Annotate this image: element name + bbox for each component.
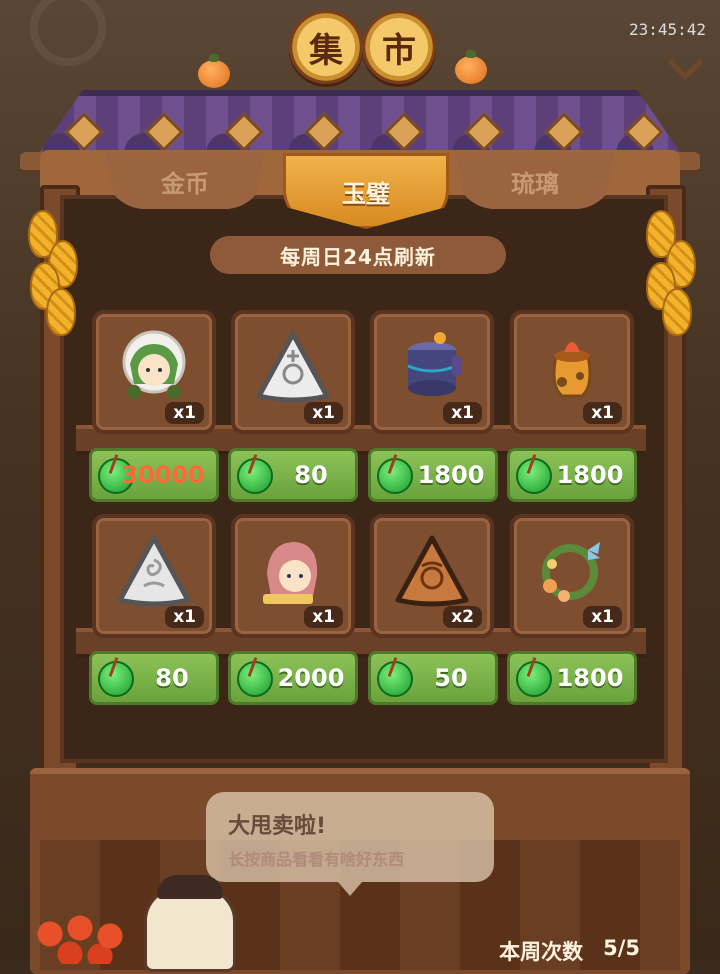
price-value: 80: [294, 461, 328, 489]
price-value: 1800: [556, 664, 624, 692]
shop-item-slot-5[interactable]: x1: [92, 514, 216, 638]
orange-rune-triangle-icon: [392, 530, 472, 610]
green-jade-coin-icon: [516, 661, 552, 697]
item-quantity: x1: [304, 402, 343, 424]
tab-glaze[interactable]: 琉璃: [455, 153, 615, 209]
price-value: 30000: [121, 461, 205, 489]
price-value: 1800: [417, 461, 485, 489]
persimmon-decoration-icon: [455, 50, 487, 84]
price-button-4[interactable]: 1800: [507, 448, 637, 502]
shop-item-slot-3[interactable]: x1: [370, 310, 494, 434]
white-jade-triangle-icon: [253, 326, 333, 406]
title-badge-ji: 集: [289, 10, 363, 84]
weekly-value: 5/5: [603, 936, 640, 960]
weekly-label: 本周次数: [499, 940, 584, 964]
tab-gold-coins[interactable]: 金币: [105, 153, 265, 209]
speech-line-1: 大甩卖啦!: [228, 814, 327, 839]
item-quantity: x1: [165, 402, 204, 424]
price-button-6[interactable]: 2000: [228, 651, 358, 705]
item-quantity: x2: [443, 606, 482, 628]
flower-wreath-icon: [532, 530, 612, 610]
green-jade-coin-icon: [98, 661, 134, 697]
price-value: 1800: [556, 461, 624, 489]
price-button-2[interactable]: 80: [228, 448, 358, 502]
blue-cauldron-icon: [392, 326, 472, 406]
price-button-1[interactable]: 30000: [89, 448, 219, 502]
orange-jar-icon: [532, 326, 612, 406]
item-quantity: x1: [443, 402, 482, 424]
shop-item-slot-2[interactable]: x1: [231, 310, 355, 434]
shopkeeper-avatar: [144, 875, 236, 972]
shop-item-slot-1[interactable]: x1: [92, 310, 216, 434]
item-quantity: x1: [165, 606, 204, 628]
price-button-8[interactable]: 1800: [507, 651, 637, 705]
price-button-3[interactable]: 1800: [368, 448, 498, 502]
speech-bubble: 大甩卖啦! 长按商品看看有啥好东西: [206, 792, 494, 896]
shop-item-slot-6[interactable]: x1: [231, 514, 355, 638]
speech-line-2: 长按商品看看有啥好东西: [228, 850, 405, 869]
shop-item-slot-8[interactable]: x1: [510, 514, 634, 638]
price-value: 80: [155, 664, 189, 692]
shop-item-slot-4[interactable]: x1: [510, 310, 634, 434]
price-button-5[interactable]: 80: [89, 651, 219, 705]
price-button-7[interactable]: 50: [368, 651, 498, 705]
title-badge-shi: 市: [362, 10, 436, 84]
item-quantity: x1: [583, 606, 622, 628]
green-jade-coin-icon: [377, 458, 413, 494]
green-jade-coin-icon: [237, 458, 273, 494]
green-jade-coin-icon: [516, 458, 552, 494]
green-hair-character-icon: [114, 326, 194, 406]
green-jade-coin-icon: [377, 661, 413, 697]
persimmon-decoration-icon: [198, 54, 230, 88]
stall-roof: [0, 70, 720, 174]
weekly-purchase-counter: 本周次数 5/5: [499, 936, 640, 966]
white-swirl-triangle-icon: [114, 530, 194, 610]
item-quantity: x1: [304, 606, 343, 628]
item-quantity: x1: [583, 402, 622, 424]
refresh-notice: 每周日24点刷新: [210, 236, 506, 274]
shop-item-slot-7[interactable]: x2: [370, 514, 494, 638]
green-jade-coin-icon: [237, 661, 273, 697]
berries-decoration-icon: [30, 904, 140, 964]
price-value: 50: [434, 664, 468, 692]
price-value: 2000: [277, 664, 345, 692]
status-clock: 23:45:42: [628, 20, 706, 39]
pink-hair-character-icon: [253, 530, 333, 610]
